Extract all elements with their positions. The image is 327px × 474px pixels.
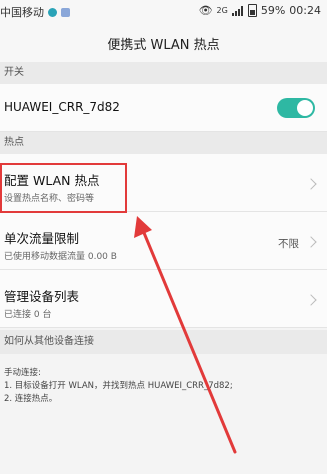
- annotation-arrow: [134, 216, 237, 454]
